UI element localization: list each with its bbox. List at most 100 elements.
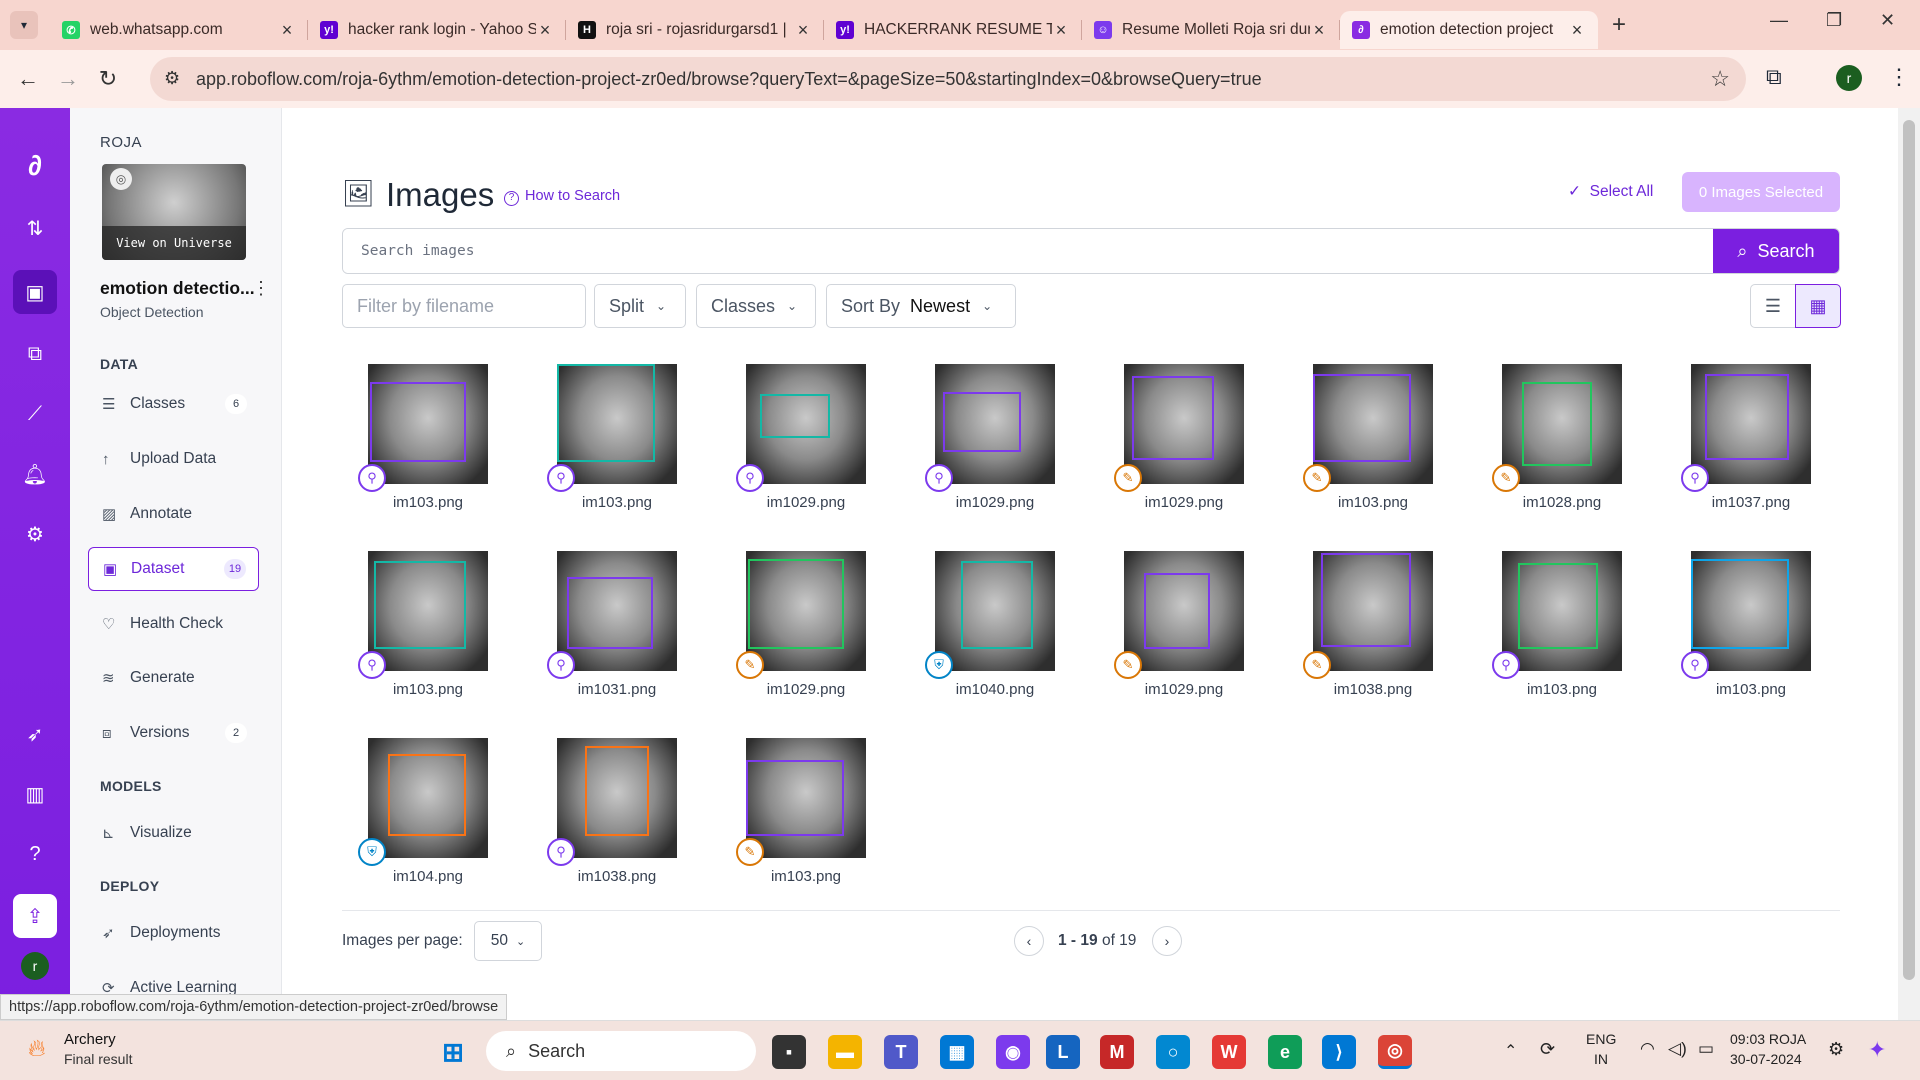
image-thumbnail[interactable]	[746, 364, 866, 484]
classes-dropdown[interactable]: Classes ⌄	[696, 284, 816, 328]
image-card[interactable]: ✎ im1029.png	[736, 551, 866, 701]
image-card[interactable]: ✎ im1038.png	[1303, 551, 1433, 701]
language-indicator[interactable]: ENG	[1586, 1031, 1616, 1047]
image-card[interactable]: ✎ im103.png	[1303, 364, 1433, 514]
project-options-icon[interactable]: ⋮	[252, 278, 270, 299]
url-field[interactable]: ⚙ app.roboflow.com/roja-6ythm/emotion-de…	[150, 57, 1746, 101]
previous-page-button[interactable]: ‹	[1014, 926, 1044, 956]
back-icon[interactable]: ←	[8, 66, 48, 92]
upload-icon[interactable]: ⇪	[13, 894, 57, 938]
sidebar-item-visualize[interactable]: ⊾ Visualize	[88, 811, 259, 855]
sidebar-item-generate[interactable]: ≋ Generate	[88, 656, 259, 700]
image-thumbnail[interactable]	[746, 551, 866, 671]
image-thumbnail[interactable]	[935, 364, 1055, 484]
bell-icon[interactable]: 🔔︎	[13, 452, 57, 496]
extensions-icon[interactable]: ⧉	[1766, 64, 1782, 90]
windows-start-icon[interactable]: ⊞	[436, 1035, 470, 1069]
sidebar-item-classes[interactable]: ☰ Classes 6	[88, 382, 259, 426]
taskbar-search[interactable]: ⌕ Search	[486, 1031, 756, 1071]
image-thumbnail[interactable]	[1502, 364, 1622, 484]
clock-date[interactable]: 30-07-2024	[1730, 1051, 1802, 1067]
filename-filter[interactable]	[342, 284, 586, 328]
sidebar-item-upload[interactable]: ↑ Upload Data	[88, 437, 259, 481]
url-text[interactable]: app.roboflow.com/roja-6ythm/emotion-dete…	[196, 69, 1262, 90]
user-avatar[interactable]: r	[21, 952, 49, 980]
help-icon[interactable]: ?	[13, 832, 57, 876]
image-card[interactable]: ✎ im1028.png	[1492, 364, 1622, 514]
battery-icon[interactable]: ▭	[1698, 1039, 1714, 1059]
task-view-icon[interactable]: ▪	[772, 1035, 806, 1069]
bookmark-star-icon[interactable]: ☆	[1710, 66, 1730, 92]
image-card[interactable]: ⚲ im103.png	[1492, 551, 1622, 701]
image-thumbnail[interactable]	[1124, 364, 1244, 484]
image-card[interactable]: ⚲ im1031.png	[547, 551, 677, 701]
chevron-up-icon[interactable]: ⌃	[1504, 1041, 1517, 1061]
close-tab-icon[interactable]: ×	[1310, 20, 1328, 41]
settings-gear-icon[interactable]: ⚙	[13, 512, 57, 556]
sidebar-item-deployments[interactable]: ➶ Deployments	[88, 911, 259, 955]
image-thumbnail[interactable]	[1691, 551, 1811, 671]
project-thumbnail[interactable]: ◎ View on Universe	[102, 164, 246, 260]
new-tab-icon[interactable]: +	[1612, 11, 1626, 39]
sort-dropdown[interactable]: Sort By Newest ⌄	[826, 284, 1016, 328]
close-tab-icon[interactable]: ×	[1568, 20, 1586, 41]
images-per-page-select[interactable]: 50 ⌄	[474, 921, 542, 961]
sync-icon[interactable]: ⟳	[1540, 1039, 1555, 1060]
volume-icon[interactable]: ◁)	[1668, 1039, 1687, 1059]
l-app-icon[interactable]: L	[1046, 1035, 1080, 1069]
menu-icon[interactable]: ⋮	[1888, 64, 1910, 90]
image-thumbnail[interactable]	[1313, 551, 1433, 671]
image-thumbnail[interactable]	[935, 551, 1055, 671]
list-view-toggle[interactable]: ☰	[1750, 284, 1796, 328]
browser-tab[interactable]: ☺ Resume Molleti Roja sri dur ×	[1082, 11, 1340, 49]
image-thumbnail[interactable]	[368, 738, 488, 858]
workflow-icon[interactable]: ⧉	[13, 332, 57, 376]
file-explorer-icon[interactable]: ▬	[828, 1035, 862, 1069]
image-thumbnail[interactable]	[368, 364, 488, 484]
mcafee-icon[interactable]: M	[1100, 1035, 1134, 1069]
sidebar-item-annotate[interactable]: ▨ Annotate	[88, 492, 259, 536]
rocket-icon[interactable]: ➶	[13, 712, 57, 756]
search-input[interactable]	[343, 229, 1715, 273]
image-card[interactable]: ✎ im103.png	[736, 738, 866, 888]
split-dropdown[interactable]: Split ⌄	[594, 284, 686, 328]
image-thumbnail[interactable]	[557, 364, 677, 484]
browser-tab[interactable]: ∂ emotion detection project ×	[1340, 11, 1598, 49]
image-thumbnail[interactable]	[368, 551, 488, 671]
minimize-icon[interactable]: —	[1770, 10, 1788, 31]
next-page-button[interactable]: ›	[1152, 926, 1182, 956]
region-indicator[interactable]: IN	[1594, 1051, 1608, 1067]
chrome-icon[interactable]: ◎	[1378, 1035, 1412, 1069]
forward-icon[interactable]: →	[48, 66, 88, 92]
clock-time[interactable]: 09:03 ROJA	[1730, 1031, 1806, 1047]
image-card[interactable]: ⚲ im1029.png	[736, 364, 866, 514]
image-card[interactable]: ⚲ im1029.png	[925, 364, 1055, 514]
wps-icon[interactable]: W	[1212, 1035, 1246, 1069]
sort-icon[interactable]: ⇅	[13, 206, 57, 250]
image-thumbnail[interactable]	[1313, 364, 1433, 484]
close-tab-icon[interactable]: ×	[794, 20, 812, 41]
project-name[interactable]: emotion detectio...	[100, 278, 255, 299]
image-card[interactable]: ⛨ im104.png	[358, 738, 488, 888]
image-thumbnail[interactable]	[1124, 551, 1244, 671]
roboflow-logo-icon[interactable]: ∂	[13, 144, 57, 188]
weather-widget-icon[interactable]: 🔥︎	[28, 1035, 46, 1063]
close-window-icon[interactable]: ✕	[1880, 10, 1895, 31]
browser-tab[interactable]: y! hacker rank login - Yahoo S ×	[308, 11, 566, 49]
image-card[interactable]: ⚲ im103.png	[1681, 551, 1811, 701]
browser-tab[interactable]: ✆ web.whatsapp.com ×	[50, 11, 308, 49]
widget-title[interactable]: Archery	[64, 1031, 116, 1048]
image-thumbnail[interactable]	[746, 738, 866, 858]
images-selected-button[interactable]: 0 Images Selected	[1682, 172, 1840, 212]
image-card[interactable]: ⚲ im1038.png	[547, 738, 677, 888]
close-tab-icon[interactable]: ×	[1052, 20, 1070, 41]
image-card[interactable]: ⚲ im103.png	[358, 551, 488, 701]
inbox-icon[interactable]: ▣	[13, 270, 57, 314]
wifi-icon[interactable]: ◠	[1640, 1039, 1655, 1059]
how-to-search-link[interactable]: ? How to Search	[504, 188, 620, 206]
tab-search-icon[interactable]: ▾	[10, 11, 38, 39]
image-card[interactable]: ✎ im1029.png	[1114, 551, 1244, 701]
settings-gear-icon[interactable]: ⚙	[1828, 1039, 1844, 1060]
image-card[interactable]: ⚲ im103.png	[358, 364, 488, 514]
copilot-icon[interactable]: ◉	[996, 1035, 1030, 1069]
